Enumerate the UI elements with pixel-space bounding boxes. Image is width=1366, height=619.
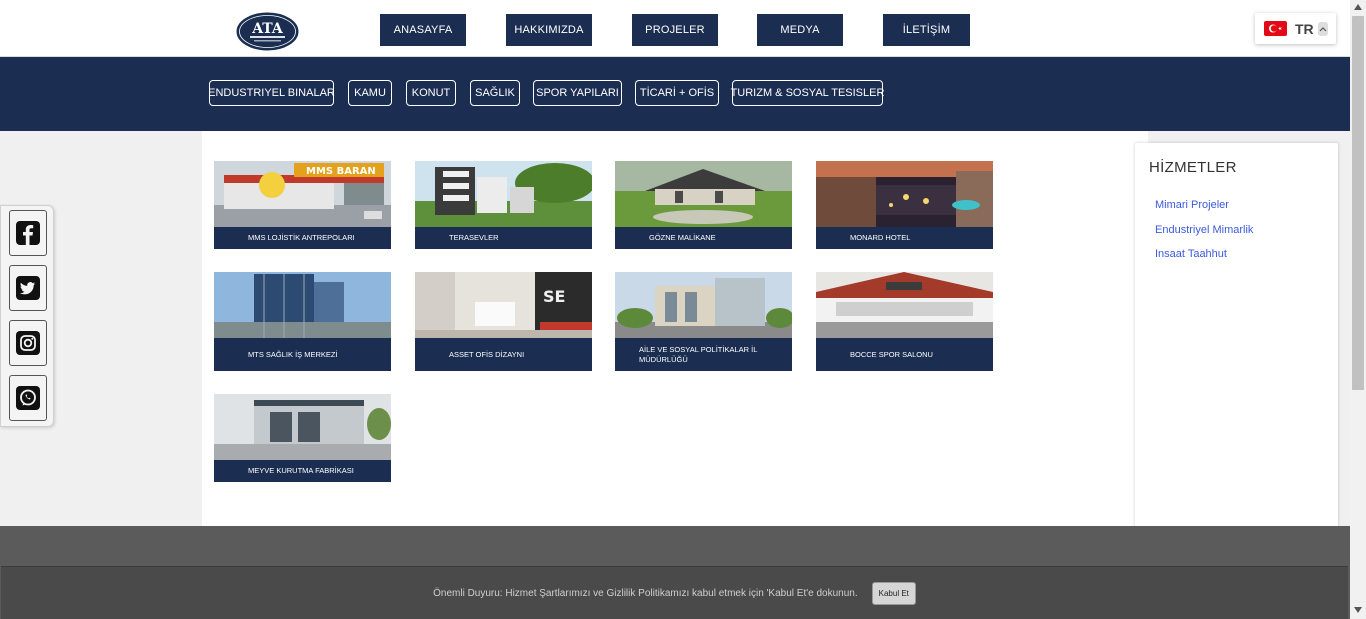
project-thumbnail xyxy=(816,161,993,227)
project-title: GÖZNE MALİKANE xyxy=(615,227,792,249)
project-grid: MMS BARAN MMS LOJİSTİK ANTREPOLARI TERAS… xyxy=(202,131,1148,526)
social-bar xyxy=(0,205,54,427)
cookie-banner: Önemli Duyuru: Hizmet Şartlarımızı ve Gi… xyxy=(1,566,1348,619)
project-card[interactable]: MTS SAĞLIK İŞ MERKEZİ xyxy=(214,272,391,371)
service-link-mimari-projeler[interactable]: Mimari Projeler xyxy=(1155,199,1229,211)
instagram-icon[interactable] xyxy=(9,320,47,366)
nav-anasayfa[interactable]: ANASAYFA xyxy=(380,14,466,46)
svg-text:MMS BARAN: MMS BARAN xyxy=(306,166,376,177)
project-title: AİLE VE SOSYAL POLİTİKALAR İL MÜDÜRLÜĞÜ xyxy=(615,338,792,371)
cookie-notice-text: Önemli Duyuru: Hizmet Şartlarımızı ve Gi… xyxy=(433,587,858,599)
project-title: MTS SAĞLIK İŞ MERKEZİ xyxy=(214,338,391,371)
project-card[interactable]: MONARD HOTEL xyxy=(816,161,993,249)
services-title: HİZMETLER xyxy=(1149,159,1237,176)
service-link-insaat-taahhut[interactable]: Insaat Taahhut xyxy=(1155,248,1227,260)
twitter-icon[interactable] xyxy=(9,265,47,311)
top-header: ATA ANASAYFA HAKKIMIZDA PROJELER MEDYA İ… xyxy=(0,0,1350,57)
language-code: TR xyxy=(1295,20,1314,37)
category-turizm-sosyal-tesisler[interactable]: TURIZM & SOSYAL TESISLER xyxy=(731,80,884,106)
project-title: MEYVE KURUTMA FABRİKASI xyxy=(214,460,391,482)
project-title: MONARD HOTEL xyxy=(816,227,993,249)
project-card[interactable]: GÖZNE MALİKANE xyxy=(615,161,792,249)
nav-iletisim[interactable]: İLETİŞİM xyxy=(883,14,970,46)
project-card[interactable]: SE ASSET OFİS DİZAYNI xyxy=(415,272,592,371)
category-filter-bar: ENDUSTRIYEL BINALAR KAMU KONUT SAĞLIK SP… xyxy=(0,57,1350,131)
project-card[interactable]: BOCCE SPOR SALONU xyxy=(816,272,993,371)
chevron-up-icon[interactable] xyxy=(1317,21,1328,36)
turkey-flag-icon xyxy=(1264,21,1287,36)
svg-text:SE: SE xyxy=(543,287,565,306)
project-thumbnail xyxy=(615,272,792,338)
project-thumbnail: SE xyxy=(415,272,592,338)
project-thumbnail xyxy=(816,272,993,338)
scrollbar-thumb[interactable] xyxy=(1352,16,1364,390)
svg-text:ATA: ATA xyxy=(251,21,284,37)
project-title: BOCCE SPOR SALONU xyxy=(816,338,993,371)
nav-projeler[interactable]: PROJELER xyxy=(632,14,718,46)
nav-hakkimizda[interactable]: HAKKIMIZDA xyxy=(506,14,592,46)
project-thumbnail xyxy=(415,161,592,227)
project-thumbnail xyxy=(214,394,391,460)
category-spor-yapilari[interactable]: SPOR YAPILARI xyxy=(533,80,622,106)
project-thumbnail xyxy=(615,161,792,227)
category-konut[interactable]: KONUT xyxy=(406,80,456,106)
category-endustriyel-binalar[interactable]: ENDUSTRIYEL BINALAR xyxy=(208,80,335,106)
project-thumbnail: MMS BARAN xyxy=(214,161,391,227)
services-panel: HİZMETLER Mimari Projeler Endustriyel Mi… xyxy=(1135,143,1338,538)
service-link-endustriyel-mimarlik[interactable]: Endustriyel Mimarlik xyxy=(1155,224,1253,236)
scroll-up-icon[interactable] xyxy=(1353,3,1363,12)
accept-cookies-button[interactable]: Kabul Et xyxy=(871,581,916,605)
project-card[interactable]: TERASEVLER xyxy=(415,161,592,249)
scroll-down-icon[interactable] xyxy=(1353,606,1363,615)
category-kamu[interactable]: KAMU xyxy=(348,80,392,106)
project-thumbnail xyxy=(214,272,391,338)
language-selector[interactable]: TR xyxy=(1255,13,1336,44)
project-card[interactable]: MEYVE KURUTMA FABRİKASI xyxy=(214,394,391,482)
project-title: MMS LOJİSTİK ANTREPOLARI xyxy=(214,227,391,249)
facebook-icon[interactable] xyxy=(9,210,47,256)
project-card[interactable]: AİLE VE SOSYAL POLİTİKALAR İL MÜDÜRLÜĞÜ xyxy=(615,272,792,371)
category-ticari-ofis[interactable]: TİCARİ + OFİS xyxy=(635,80,719,106)
whatsapp-icon[interactable] xyxy=(9,375,47,421)
page-scrollbar[interactable] xyxy=(1350,0,1366,619)
company-logo[interactable]: ATA xyxy=(236,12,299,51)
project-card[interactable]: MMS BARAN MMS LOJİSTİK ANTREPOLARI xyxy=(214,161,391,249)
project-title: TERASEVLER xyxy=(415,227,592,249)
nav-medya[interactable]: MEDYA xyxy=(757,14,843,46)
project-title: ASSET OFİS DİZAYNI xyxy=(415,338,592,371)
category-saglik[interactable]: SAĞLIK xyxy=(470,80,520,106)
